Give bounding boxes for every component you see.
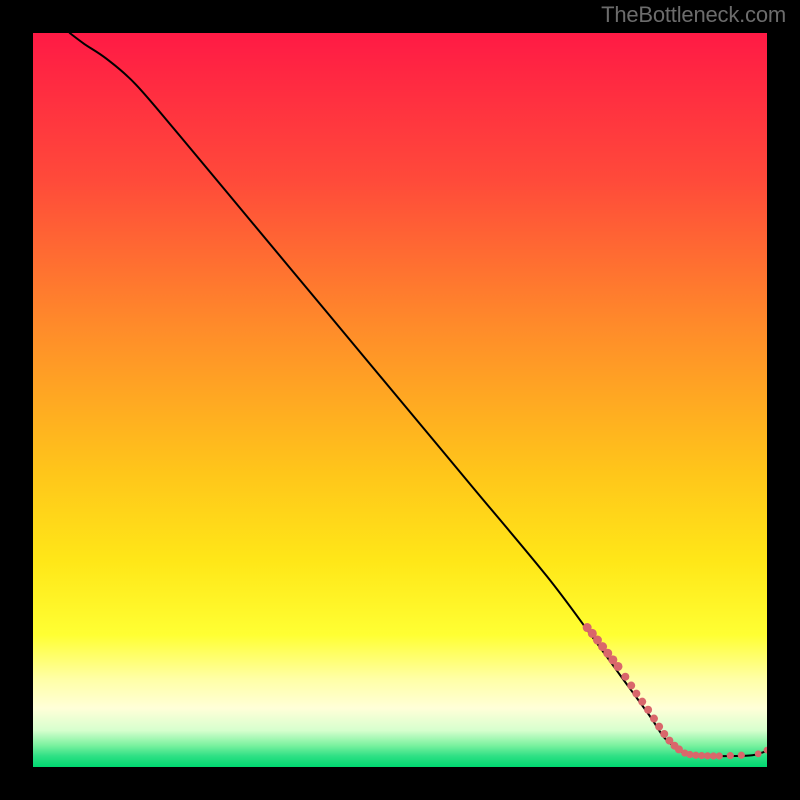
data-point (638, 698, 646, 706)
data-point (621, 673, 629, 681)
data-point (727, 752, 734, 759)
data-point (650, 715, 658, 723)
data-point (716, 752, 723, 759)
data-point (738, 752, 745, 759)
data-point (632, 690, 640, 698)
watermark-text: TheBottleneck.com (601, 2, 786, 28)
data-point (644, 706, 652, 714)
frame: TheBottleneck.com (0, 0, 800, 800)
data-point (660, 730, 668, 738)
data-point (655, 723, 663, 731)
data-point (614, 662, 623, 671)
data-point (755, 750, 762, 757)
data-point (627, 682, 635, 690)
plot-area (33, 33, 767, 767)
chart-svg (33, 33, 767, 767)
